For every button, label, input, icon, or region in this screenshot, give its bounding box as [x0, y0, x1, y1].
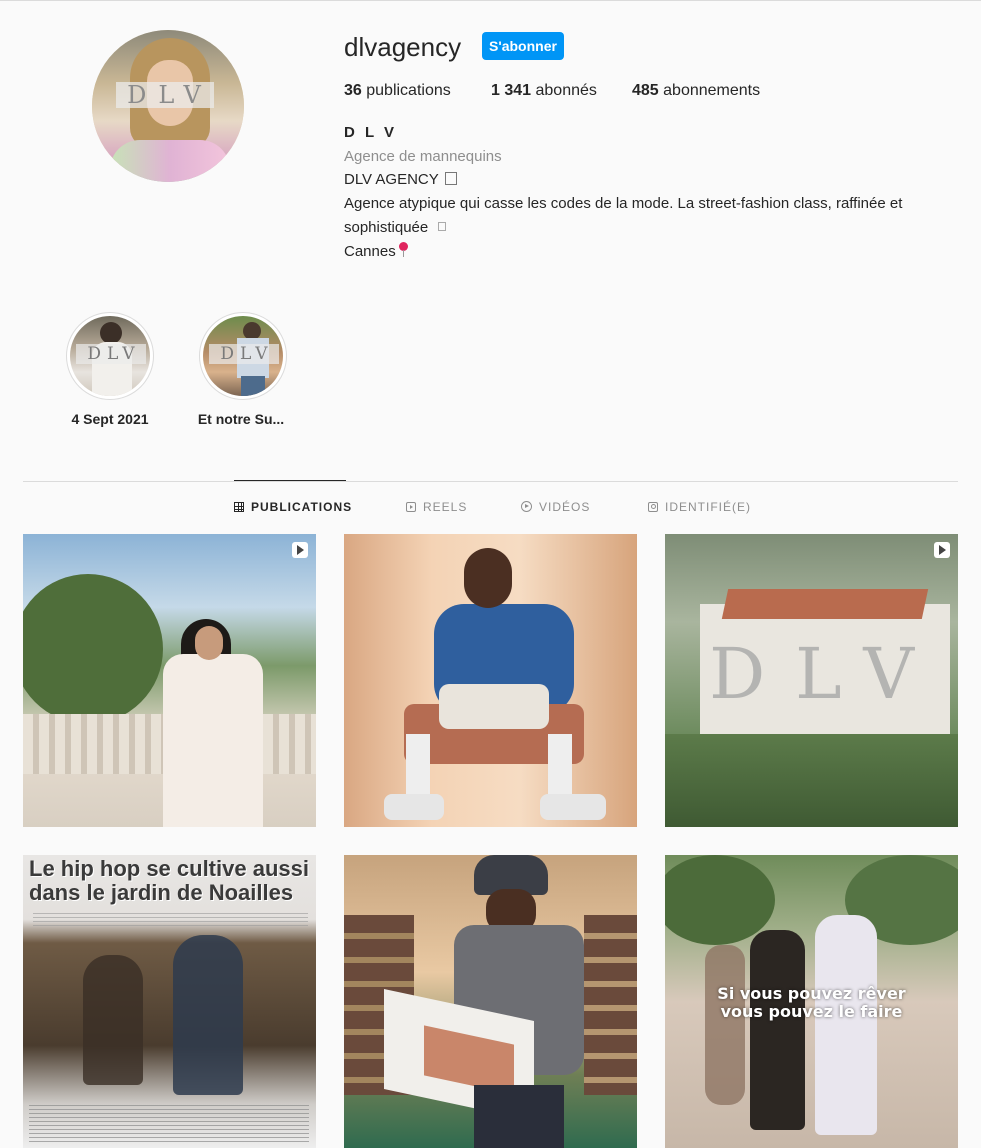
video-icon	[521, 501, 532, 512]
tab-publications-label: PUBLICATIONS	[251, 500, 353, 514]
grid-icon	[234, 502, 244, 512]
emoji-placeholder-icon	[438, 222, 447, 231]
reel-icon	[292, 542, 308, 558]
reel-icon	[934, 542, 950, 558]
profile-avatar[interactable]: DLV	[92, 30, 244, 182]
post-3-roof	[721, 589, 929, 619]
reels-icon	[406, 502, 416, 512]
post-2-shoe-right	[540, 794, 606, 820]
post-5-trousers	[474, 1085, 564, 1148]
tab-publications[interactable]: PUBLICATIONS	[234, 500, 352, 514]
followers-count: 1 341	[491, 82, 532, 99]
post-6[interactable]: Si vous pouvez rêver vous pouvez le fair…	[665, 855, 958, 1148]
post-1-tree	[23, 574, 163, 724]
tab-videos[interactable]: VIDÉOS	[521, 500, 590, 514]
top-border	[0, 0, 981, 1]
highlight-1-logo: DLV	[76, 344, 146, 364]
post-3-logo: DLV	[709, 633, 944, 715]
tab-tagged-label: IDENTIFIÉ(E)	[665, 500, 751, 514]
highlight-1-figure	[100, 322, 122, 344]
profile-username: dlvagency	[344, 32, 462, 62]
bio-agency-text: DLV AGENCY	[344, 171, 439, 188]
avatar-shirt	[110, 140, 230, 182]
highlight-2[interactable]: DLV	[199, 312, 287, 400]
tagged-icon	[648, 502, 658, 512]
post-4-person	[173, 935, 243, 1095]
active-tab-indicator	[234, 480, 346, 481]
post-4-headline: Le hip hop se cultive aussi dans le jard…	[29, 856, 309, 905]
post-6-person-3	[705, 945, 745, 1105]
tab-tagged[interactable]: IDENTIFIÉ(E)	[648, 500, 751, 514]
avatar-logo: DLV	[116, 82, 214, 108]
post-6-caption-1: Si vous pouvez rêver	[717, 984, 906, 1003]
post-6-caption-2: vous pouvez le faire	[720, 1002, 903, 1021]
post-3[interactable]: DLV	[665, 534, 958, 827]
bio-description-text-2: sophistiquée	[344, 219, 429, 236]
emoji-placeholder-icon	[444, 172, 457, 185]
stat-posts: 36 publications	[344, 82, 451, 100]
stat-followers[interactable]: 1 341 abonnés	[491, 82, 597, 100]
highlight-2-legs	[241, 376, 265, 396]
post-6-tree	[665, 855, 775, 945]
stat-following[interactable]: 485 abonnements	[632, 82, 760, 100]
bio-line-description-2: sophistiquée	[344, 216, 447, 240]
followers-label: abonnés	[531, 82, 597, 99]
post-2[interactable]	[344, 534, 637, 827]
bio-line-location: Cannes	[344, 240, 410, 264]
post-1-coat	[163, 654, 263, 827]
posts-count: 36	[344, 82, 362, 99]
post-4-text-lines	[33, 913, 308, 927]
post-4-article-text	[29, 1105, 309, 1145]
following-count: 485	[632, 82, 659, 99]
post-6-person-2	[815, 915, 877, 1135]
highlight-2-logo: DLV	[209, 344, 279, 364]
post-2-shoe-left	[384, 794, 444, 820]
post-1[interactable]	[23, 534, 316, 827]
following-label: abonnements	[658, 82, 761, 99]
highlight-1-thumbnail: DLV	[70, 316, 150, 396]
post-3-garden	[665, 734, 958, 827]
bio-line-description: Agence atypique qui casse les codes de l…	[344, 192, 902, 216]
highlight-1[interactable]: DLV	[66, 312, 154, 400]
post-2-scarf	[439, 684, 549, 729]
post-5-bookshelf-2	[584, 915, 637, 1095]
highlight-2-thumbnail: DLV	[203, 316, 283, 396]
follow-button[interactable]: S'abonner	[482, 32, 564, 60]
bio-description-text: Agence atypique qui casse les codes de l…	[344, 195, 903, 212]
tab-reels-label: REELS	[423, 500, 468, 514]
post-6-person-1	[750, 930, 805, 1130]
highlight-2-label[interactable]: Et notre Su...	[181, 411, 301, 427]
post-4[interactable]: Le hip hop se cultive aussi dans le jard…	[23, 855, 316, 1148]
pushpin-icon	[398, 242, 410, 258]
post-4-person-2	[83, 955, 143, 1085]
bio-full-name: D L V	[344, 124, 398, 141]
highlight-1-label[interactable]: 4 Sept 2021	[50, 411, 170, 427]
tab-videos-label: VIDÉOS	[539, 500, 591, 514]
tabs-divider	[23, 481, 958, 482]
post-2-head	[464, 548, 512, 608]
bio-location-text: Cannes	[344, 243, 396, 260]
bio-category: Agence de mannequins	[344, 148, 502, 165]
bio-line-agency: DLV AGENCY	[344, 168, 457, 192]
post-5[interactable]	[344, 855, 637, 1148]
post-1-face	[195, 626, 223, 660]
posts-label: publications	[361, 82, 451, 99]
tab-reels[interactable]: REELS	[406, 500, 467, 514]
